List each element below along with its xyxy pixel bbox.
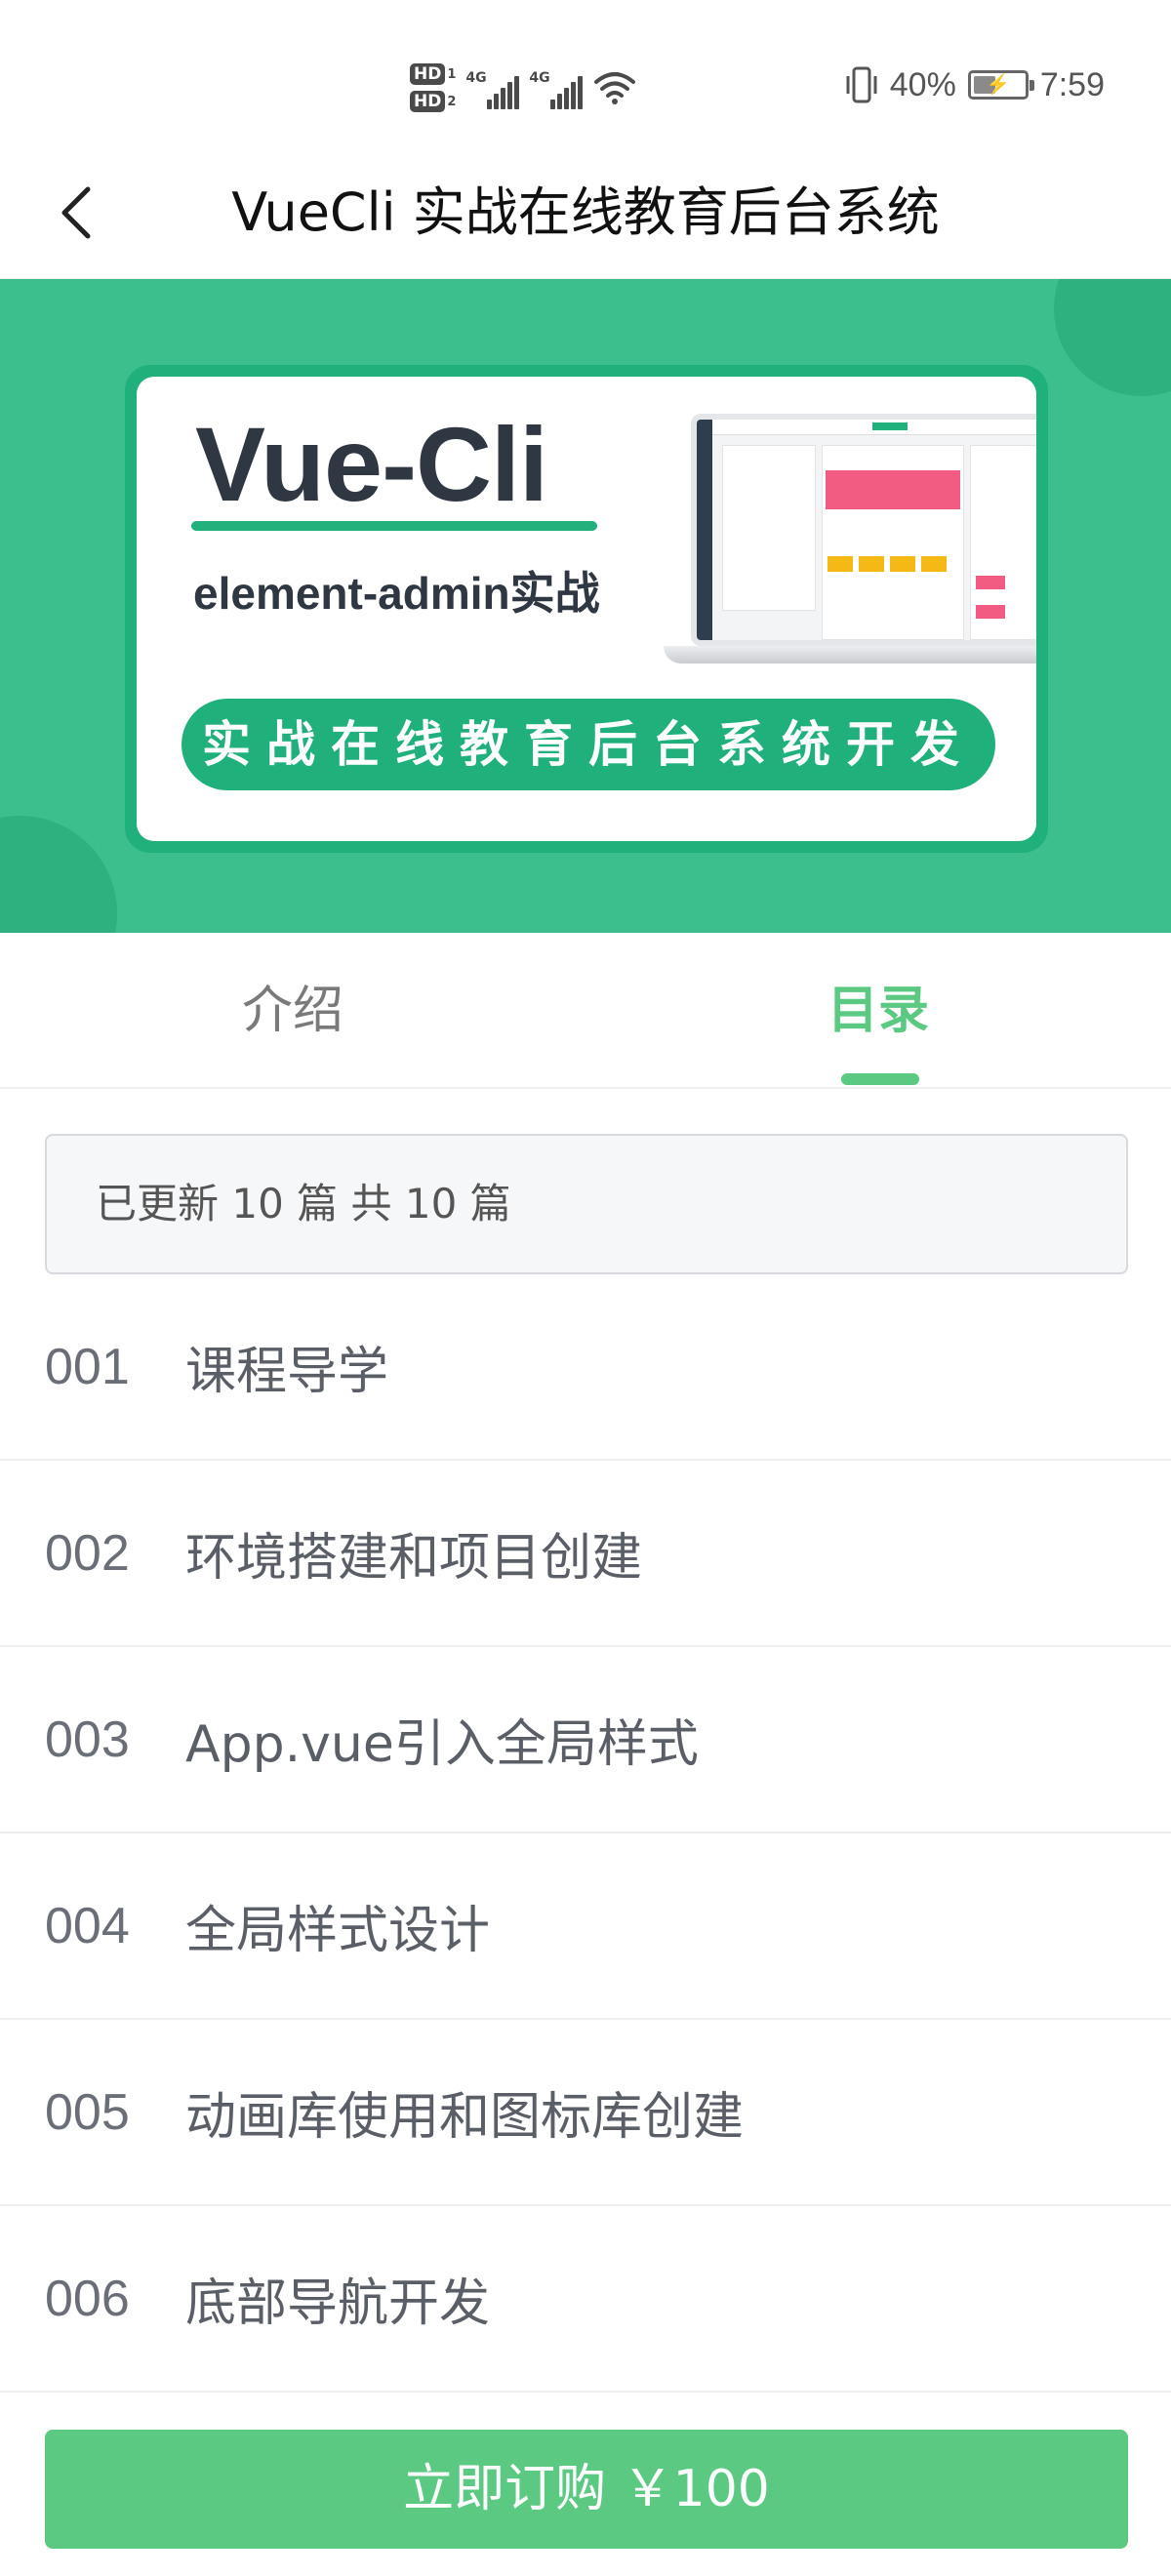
decor-circle-top [1054, 279, 1171, 396]
navigation-bar: VueCli 实战在线教育后台系统 [0, 146, 1171, 279]
update-status: 已更新 10 篇 共 10 篇 [45, 1134, 1128, 1274]
banner-card-inner: Vue-Cli element-admin实战 实战在线教育后台系统开发 [137, 377, 1036, 841]
chapter-title: 底部导航开发 [185, 2274, 491, 2333]
chapter-item[interactable]: 005 动画库使用和图标库创建 [0, 2020, 1171, 2206]
signal-1-icon: 4G [465, 66, 520, 109]
hd-indicators: HD 1 HD 2 [410, 63, 456, 112]
decor-circle-bottom [0, 816, 117, 933]
chapter-item[interactable]: 001 课程导学 [0, 1274, 1171, 1461]
tab-bar: 介绍 目录 [0, 933, 1171, 1089]
active-tab-indicator [841, 1073, 919, 1085]
chapter-number: 004 [45, 1897, 130, 1954]
laptop-base [664, 646, 1036, 664]
chapter-title: 动画库使用和图标库创建 [185, 2088, 745, 2147]
charging-icon: ⚡ [986, 74, 1011, 96]
tab-intro[interactable]: 介绍 [0, 933, 586, 1089]
page-title: VueCli 实战在线教育后台系统 [231, 181, 940, 243]
chapter-number: 005 [45, 2083, 130, 2141]
chapter-number: 002 [45, 1524, 130, 1582]
laptop-screen [691, 414, 1036, 646]
network-type-1: 4G [465, 70, 487, 86]
chapter-item[interactable]: 004 全局样式设计 [0, 1833, 1171, 2020]
network-type-2: 4G [529, 70, 550, 86]
hd2-label: HD [410, 91, 446, 112]
banner-card: Vue-Cli element-admin实战 实战在线教育后台系统开发 [125, 365, 1048, 853]
chapter-list: 001 课程导学 002 环境搭建和项目创建 003 App.vue引入全局样式… [0, 1274, 1171, 2393]
banner-pill: 实战在线教育后台系统开发 [182, 699, 995, 790]
battery-icon: ⚡ [967, 70, 1034, 100]
hd2-icon: HD 2 [410, 91, 456, 112]
chapter-item[interactable]: 003 App.vue引入全局样式 [0, 1647, 1171, 1833]
subscribe-button[interactable]: 立即订购 ￥100 [45, 2430, 1128, 2549]
hd1-label: HD [410, 63, 446, 85]
chapter-title: 全局样式设计 [185, 1902, 491, 1960]
laptop-illustration [664, 414, 1036, 677]
tab-catalog[interactable]: 目录 [586, 933, 1171, 1089]
chapter-number: 006 [45, 2270, 130, 2327]
status-bar: HD 1 HD 2 4G 4G 40% ⚡ 7:59 [0, 0, 1171, 146]
network-indicators: HD 1 HD 2 4G 4G [410, 57, 637, 119]
chapter-item[interactable]: 002 环境搭建和项目创建 [0, 1461, 1171, 1647]
banner-title-underline [191, 521, 597, 531]
battery-percent: 40% [889, 65, 956, 103]
course-banner: Vue-Cli element-admin实战 实战在线教育后台系统开发 [0, 279, 1171, 933]
banner-subtitle: element-admin实战 [193, 568, 600, 619]
signal-2-icon: 4G [529, 66, 584, 109]
chapter-title: App.vue引入全局样式 [185, 1715, 699, 1774]
hd1-icon: HD 1 [410, 63, 456, 85]
banner-title: Vue-Cli [195, 405, 548, 523]
chapter-number: 003 [45, 1711, 130, 1768]
bottom-bar: 立即订购 ￥100 [0, 2393, 1171, 2576]
vibrate-icon [846, 66, 877, 103]
chapter-title: 课程导学 [185, 1343, 389, 1401]
system-status: 40% ⚡ 7:59 [845, 60, 1105, 109]
chapter-number: 001 [45, 1338, 130, 1395]
chapter-title: 环境搭建和项目创建 [185, 1529, 643, 1588]
clock: 7:59 [1039, 65, 1105, 103]
hd1-sub: 1 [447, 66, 457, 82]
chapter-item[interactable]: 006 底部导航开发 [0, 2206, 1171, 2393]
wifi-icon [594, 72, 636, 104]
hd2-sub: 2 [447, 94, 457, 109]
